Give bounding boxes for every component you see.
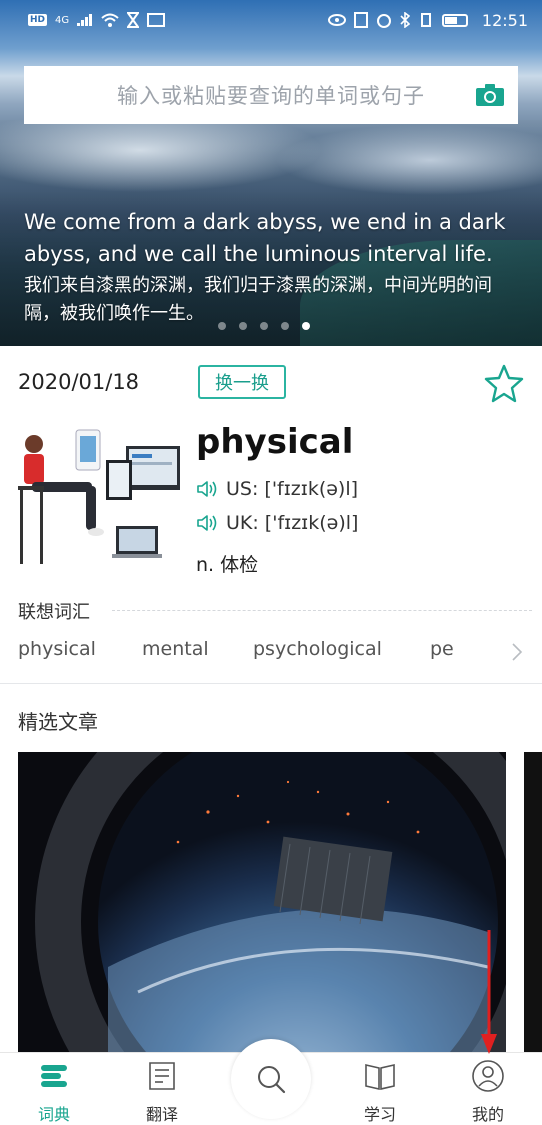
search-bar[interactable]: 输入或粘贴要查询的单词或句子 xyxy=(24,66,518,124)
word-date: 2020/01/18 xyxy=(18,370,140,394)
dictionary-icon xyxy=(41,1065,67,1087)
hd-badge: HD xyxy=(28,14,48,26)
word-illustration xyxy=(18,429,180,564)
camera-icon[interactable] xyxy=(476,84,504,106)
nav-search[interactable] xyxy=(231,1039,311,1119)
articles-title: 精选文章 xyxy=(18,710,98,734)
nav-dictionary-label: 词典 xyxy=(37,1105,70,1124)
star-outline-icon[interactable] xyxy=(484,363,524,403)
nav-translate-label: 翻译 xyxy=(145,1105,178,1124)
profile-icon xyxy=(472,1060,504,1092)
wifi-icon xyxy=(101,13,119,27)
nav-dictionary[interactable]: 词典 xyxy=(19,1059,89,1125)
search-input[interactable]: 输入或粘贴要查询的单词或句子 xyxy=(117,80,425,110)
association-word[interactable]: psychological xyxy=(253,638,382,660)
clock: 12:51 xyxy=(481,10,528,30)
eye-icon xyxy=(327,14,346,26)
uk-pronunciation[interactable]: UK: ['fɪzɪk(ə)l] xyxy=(196,512,358,534)
nav-translate[interactable]: 翻译 xyxy=(127,1059,197,1125)
bottom-navigation: 词典 翻译 学习 我的 xyxy=(0,1039,542,1125)
porthole-illustration xyxy=(18,752,506,1052)
carousel-dot[interactable] xyxy=(239,322,247,330)
swap-word-button[interactable]: 换一换 xyxy=(198,365,286,399)
article-card-image[interactable] xyxy=(18,752,506,1052)
association-word[interactable]: mental xyxy=(142,638,209,660)
association-word[interactable]: pe xyxy=(430,638,454,660)
associations-divider xyxy=(112,610,532,611)
battery-icon xyxy=(441,13,468,27)
carousel-dot-active[interactable] xyxy=(302,322,310,330)
nav-profile[interactable]: 我的 xyxy=(453,1059,523,1125)
network-label: 4G xyxy=(55,14,70,26)
word-title: physical xyxy=(196,422,354,462)
status-bar: HD 4G 12:51 xyxy=(0,0,542,40)
bluetooth-icon xyxy=(400,12,410,28)
book-icon xyxy=(365,1063,395,1091)
chevron-right-icon[interactable] xyxy=(510,641,524,663)
carousel-dots xyxy=(218,322,310,330)
search-icon xyxy=(258,1066,286,1094)
speaker-icon[interactable] xyxy=(196,513,218,533)
signal-icon xyxy=(77,14,93,26)
association-word[interactable]: physical xyxy=(18,638,96,660)
quote-chinese: 我们来自漆黑的深渊，我们归于漆黑的深渊，中间光明的间隔，被我们唤作一生。 xyxy=(24,275,492,324)
us-pronunciation-text: US: ['fɪzɪk(ə)l] xyxy=(226,478,359,500)
notification-icon xyxy=(147,13,166,27)
word-meaning: n. 体检 xyxy=(196,554,259,576)
quote-english: We come from a dark abyss, we end in a d… xyxy=(24,210,506,266)
nav-study-label: 学习 xyxy=(363,1105,396,1124)
speaker-icon[interactable] xyxy=(196,479,218,499)
hourglass-icon xyxy=(127,12,140,28)
carousel-dot[interactable] xyxy=(281,322,289,330)
us-pronunciation[interactable]: US: ['fɪzɪk(ə)l] xyxy=(196,478,358,500)
banner[interactable]: HD 4G 12:51 输入或粘贴要查询的单词或句子 We come from … xyxy=(0,0,542,346)
nav-study[interactable]: 学习 xyxy=(345,1059,415,1125)
vibrate-icon xyxy=(420,13,431,27)
associations-list[interactable]: physical mental psychological pe xyxy=(18,638,518,668)
alarm-icon xyxy=(376,14,391,28)
nfc-icon xyxy=(353,12,368,28)
nav-profile-label: 我的 xyxy=(471,1105,504,1124)
carousel-dot[interactable] xyxy=(260,322,268,330)
next-article-peek[interactable] xyxy=(524,752,542,1052)
annotation-arrow-icon xyxy=(481,930,497,1054)
carousel-dot[interactable] xyxy=(218,322,226,330)
associations-title: 联想词汇 xyxy=(18,602,90,623)
translate-icon xyxy=(149,1062,175,1090)
uk-pronunciation-text: UK: ['fɪzɪk(ə)l] xyxy=(226,512,359,534)
